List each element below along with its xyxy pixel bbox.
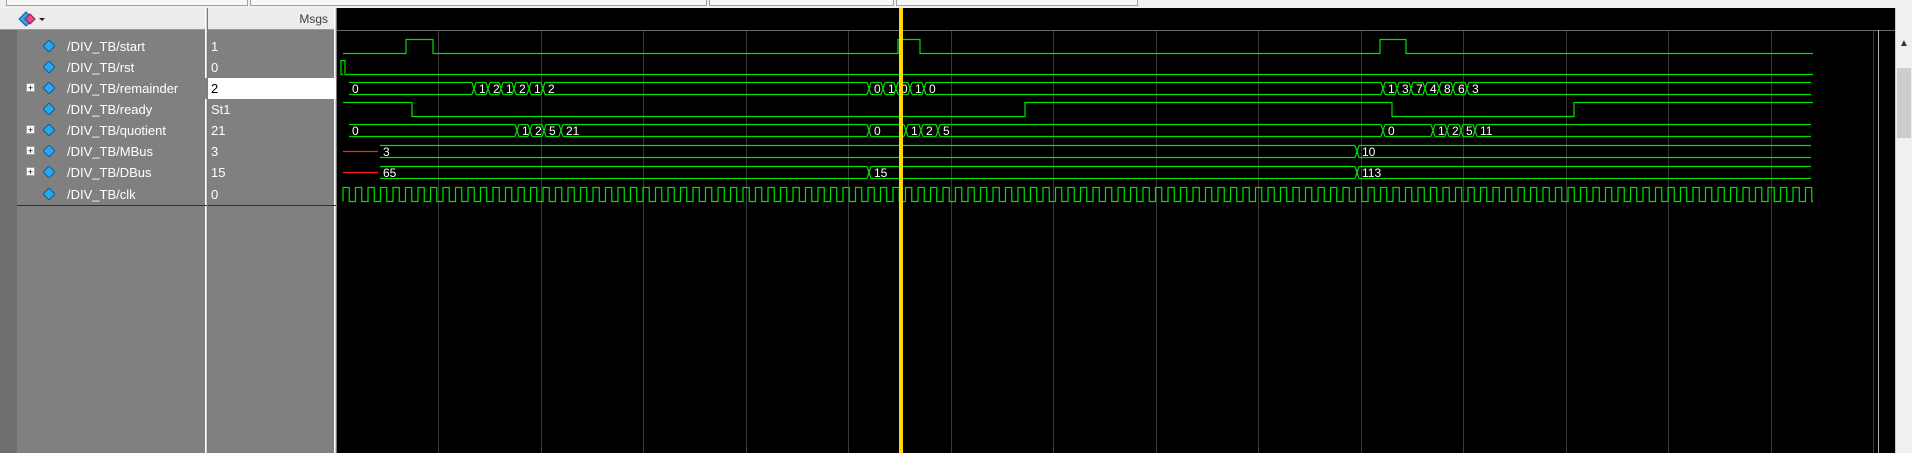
signal-row[interactable]: + /DIV_TB/DBus 15 — [0, 162, 336, 183]
bus-value-label: 2 — [926, 124, 933, 138]
bus-value-label: 0 — [1388, 124, 1395, 138]
tab-2[interactable] — [250, 0, 707, 6]
bus-value-label: 1 — [534, 82, 541, 96]
signal-name: /DIV_TB/MBus — [67, 144, 153, 159]
signal-diamond-icon — [43, 188, 55, 200]
bus-value-label: 10 — [1362, 145, 1376, 159]
bus-value-label: 0 — [874, 82, 881, 96]
bus-value-label: 1 — [915, 82, 922, 96]
tab-3[interactable] — [709, 0, 894, 6]
signal-name: /DIV_TB/rst — [67, 60, 135, 75]
start-wave — [343, 38, 1813, 55]
bus-value-label: 2 — [1452, 124, 1459, 138]
signal-value: 1 — [211, 39, 219, 54]
signal-row[interactable]: + /DIV_TB/MBus 3 — [0, 141, 336, 162]
signal-value: 15 — [211, 165, 226, 180]
time-grid — [438, 30, 1874, 453]
bus-value-label: 21 — [566, 124, 580, 138]
bus-value-label: 113 — [1362, 166, 1381, 180]
signal-name: /DIV_TB/start — [67, 39, 146, 54]
bus-value-label: 3 — [1472, 82, 1479, 96]
expand-plus-icon[interactable]: + — [26, 146, 35, 156]
signal-diamond-icon — [43, 124, 55, 136]
scroll-thumb[interactable] — [1897, 68, 1911, 138]
signal-name: /DIV_TB/clk — [67, 187, 136, 202]
wave-toolbar — [0, 8, 207, 30]
bus-value-label: 0 — [352, 82, 359, 96]
bus-value-label: 2 — [548, 82, 555, 96]
cursor-header — [337, 8, 1895, 30]
bus-value-label: 1 — [479, 82, 486, 96]
bus-value-label: 0 — [352, 124, 359, 138]
bus-value-label: 1 — [1438, 124, 1445, 138]
signal-diamond-icon — [43, 40, 55, 52]
signal-row[interactable]: + /DIV_TB/quotient 21 — [0, 120, 336, 141]
expand-plus-icon[interactable]: + — [26, 167, 35, 177]
msgs-header: Msgs — [208, 8, 336, 30]
signal-row[interactable]: /DIV_TB/start 1 — [0, 36, 336, 57]
scroll-up-arrow-icon[interactable]: ▲ — [1899, 38, 1909, 49]
bus-value-label: 1 — [911, 124, 918, 138]
signal-diamond-icon — [43, 61, 55, 73]
ready-wave — [343, 101, 1813, 118]
bus-value-label: 5 — [549, 124, 556, 138]
signal-row[interactable]: /DIV_TB/ready St1 — [0, 99, 336, 120]
signal-diamond-icon — [43, 82, 55, 94]
signal-diamond-icon — [43, 145, 55, 157]
bus-value-label: 1 — [1388, 82, 1395, 96]
signal-row[interactable]: /DIV_TB/clk 0 — [0, 184, 336, 206]
bus-value-label: 0 — [929, 82, 936, 96]
signal-value: St1 — [211, 102, 231, 117]
bus-value-label: 0 — [874, 124, 881, 138]
signal-value: 2 — [211, 81, 219, 96]
bus-value-label: 65 — [383, 166, 397, 180]
signal-name: /DIV_TB/remainder — [67, 81, 179, 96]
bus-value-label: 2 — [519, 82, 526, 96]
bus-value-label: 3 — [1402, 82, 1409, 96]
msgs-label: Msgs — [299, 12, 328, 26]
bus-value-label: 5 — [943, 124, 950, 138]
expand-plus-icon[interactable]: + — [26, 83, 35, 93]
signal-name: /DIV_TB/DBus — [67, 165, 152, 180]
signal-list-menu-icon[interactable] — [18, 11, 46, 27]
tab-4[interactable] — [896, 0, 1138, 6]
bus-value-label: 5 — [1466, 124, 1473, 138]
signal-row[interactable]: /DIV_TB/rst 0 — [0, 57, 336, 78]
rst-wave — [340, 59, 1813, 76]
clk-wave — [342, 186, 1813, 203]
waveform-canvas[interactable]: 0 1 2 1 2 1 2 0 1 0 1 0 1 3 7 4 8 6 30 1 2 5 21 0 1 2 5 0 1 2 5 113 1065… — [337, 8, 1895, 453]
signal-row-selected[interactable]: + /DIV_TB/remainder 2 — [0, 78, 336, 99]
bus-value-label: 4 — [1430, 82, 1437, 96]
bus-value-label: 11 — [1480, 124, 1493, 138]
bus-value-label: 3 — [383, 145, 390, 159]
signal-name: /DIV_TB/quotient — [67, 123, 166, 138]
expand-plus-icon[interactable]: + — [26, 125, 35, 135]
signal-diamond-icon — [43, 103, 55, 115]
vertical-scrollbar[interactable]: ▲ — [1895, 8, 1912, 453]
signal-value: 21 — [211, 123, 226, 138]
signal-value: 0 — [211, 60, 219, 75]
tab-1[interactable] — [6, 0, 248, 6]
bus-value-label: 6 — [1458, 82, 1465, 96]
time-cursor[interactable] — [899, 8, 903, 453]
bus-value-label: 2 — [535, 124, 542, 138]
top-tab-strip — [0, 0, 1912, 8]
bus-value-label: 15 — [874, 166, 888, 180]
signal-waves: 0 1 2 1 2 1 2 0 1 0 1 0 1 3 7 4 8 6 30 1 2 5 21 0 1 2 5 0 1 2 5 113 1065… — [340, 38, 1813, 203]
signal-diamond-icon — [43, 166, 55, 178]
bus-value-label: 7 — [1416, 82, 1423, 96]
signal-value: 0 — [211, 187, 219, 202]
bus-value-label: 8 — [1444, 82, 1451, 96]
signal-name: /DIV_TB/ready — [67, 102, 153, 117]
signal-value: 3 — [211, 144, 219, 159]
